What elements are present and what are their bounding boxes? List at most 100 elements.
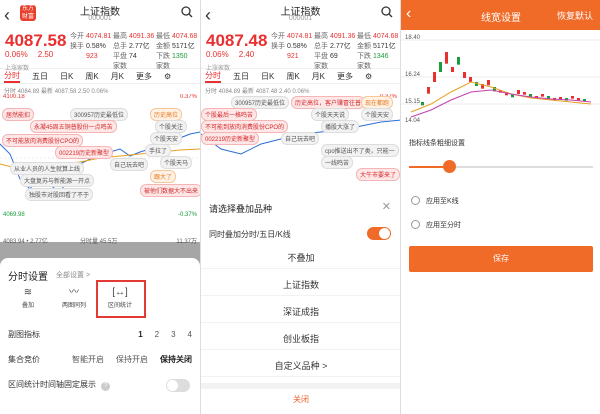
indicator-line: 分时 4084.89 最新 4087.58 2.50 0.06% [4, 89, 109, 95]
tab-2[interactable]: 日K [60, 71, 73, 82]
auction-option[interactable]: 保持开启 [116, 355, 148, 364]
range-axis-toggle[interactable] [166, 379, 190, 392]
y-top-left: 4100.18 [3, 94, 25, 100]
overlay-option[interactable]: 上证指数 [201, 274, 400, 296]
quote-value: 4091.36 [330, 33, 356, 40]
y-bottom-left: 4069.98 [3, 212, 25, 218]
tab-5[interactable]: 更多 [337, 71, 353, 82]
candle [445, 52, 448, 64]
quote-value: 1346 [373, 53, 389, 60]
overlay-option[interactable]: 自定义品种 > [201, 355, 400, 377]
quote-value: 0.58% [287, 43, 307, 50]
quote-value: 921 [287, 53, 299, 60]
overlay-option[interactable]: 创业板指 [201, 328, 400, 350]
all-settings-link[interactable]: 全部设置 > [56, 270, 90, 280]
slider-handle[interactable] [443, 160, 457, 173]
chart-annotation[interactable]: 自己玩去吧 [281, 132, 320, 145]
line-width-slider[interactable] [409, 160, 593, 173]
quote-label [271, 52, 287, 62]
tab-4[interactable]: 月K [111, 71, 124, 82]
sub-indicator-option[interactable]: 4 [188, 330, 192, 339]
chart-annotation[interactable]: 大盘复苏与新能源一开点 [20, 174, 95, 187]
radio-apply-timeshare[interactable] [411, 220, 420, 229]
candle [517, 90, 520, 94]
left-screen: ‹ 东方财富 上证指数 000001 4087.58 0.06% 2.50 今开 4… [0, 0, 200, 414]
overlay-label: 叠加 [21, 303, 34, 309]
range-axis-label: 区间统计时间轴固定展示 [8, 380, 96, 389]
radio-apply-kline[interactable] [411, 196, 420, 205]
quote-value: 923 [86, 53, 98, 60]
quote-row: 今开 4074.81 最高 4091.36 最低 4074.68 [271, 32, 400, 42]
candle [457, 57, 460, 65]
chart-annotation[interactable]: 002219历史新聚型 [201, 132, 260, 145]
y-bottom-right: -0.37% [177, 212, 197, 218]
quote-label: 最高 [314, 33, 328, 40]
apply-kline-label: 应用至K线 [426, 198, 459, 205]
candle [433, 72, 436, 82]
gear-icon[interactable]: ⚙ [164, 72, 171, 81]
indicator-line: 分时 4084.89 最新 4087.48 2.40 0.06% [205, 89, 310, 95]
sync-overlay-toggle[interactable] [367, 227, 391, 240]
tick-1: 16.24 [405, 72, 421, 78]
chart-annotation[interactable]: 独股市对股回看了不于 [25, 188, 94, 201]
gear-icon[interactable]: ⚙ [365, 72, 372, 81]
chart-annotation[interactable]: 个股天安 [361, 108, 394, 121]
help-icon[interactable]: ? [101, 382, 111, 391]
search-icon[interactable] [381, 6, 393, 18]
candle [421, 102, 424, 106]
candle [571, 96, 574, 99]
chart-annotation[interactable]: 永凝45周五铜普股份一点鸣苦 [30, 120, 117, 133]
auction-option[interactable]: 智能开启 [72, 355, 104, 364]
auction-option[interactable]: 保持关闭 [160, 355, 192, 364]
close-button[interactable]: 关闭 [201, 383, 400, 405]
tab-3[interactable]: 周K [85, 71, 98, 82]
close-icon[interactable]: ✕ [382, 200, 391, 213]
chart-annotation[interactable]: 被他们数据大不出来 [140, 184, 200, 197]
chart-annotation[interactable]: 播股大涨了 [321, 120, 360, 133]
quote-label: 换手 [70, 43, 84, 50]
dual-chart-button[interactable]: 〰两图同列 [56, 286, 92, 312]
tab-1[interactable]: 五日 [32, 71, 48, 82]
sub-indicator-options: 1 2 3 4 [126, 328, 192, 342]
quote-panel: 4087.58 0.06% 2.50 今开 4074.81 最高 4091.36 最低 40… [0, 30, 200, 72]
quote-label: 下跌家数 [357, 53, 371, 70]
reset-default-button[interactable]: 恢复默认 [557, 9, 593, 22]
quote-label: 平盘家数 [314, 53, 328, 70]
tab-5[interactable]: 更多 [136, 71, 152, 82]
stock-code: 000001 [288, 15, 313, 22]
search-icon[interactable] [181, 6, 193, 18]
quote-value: 2.77亿 [129, 43, 150, 50]
header: ‹ 线宽设置 恢复默认 [401, 0, 600, 30]
quote-value: 5171亿 [373, 43, 396, 50]
chart-annotation[interactable]: 跟大了 [150, 170, 177, 183]
sub-indicator-option[interactable]: 3 [171, 330, 175, 339]
intraday-chart[interactable]: 4100.18 0.37% 4069.98 -0.37% 居然能扣 300957历… [0, 94, 200, 222]
chart-annotation[interactable]: 大牛市要来了 [356, 168, 400, 181]
sub-indicator-option[interactable]: 1 [138, 330, 142, 339]
chart-annotation[interactable]: 居然能扣 [2, 108, 35, 121]
quote-value: 4074.68 [172, 33, 198, 40]
quote-row: 换手 0.58% 总手 2.77亿 金额 5171亿 [70, 42, 200, 52]
quote-label: 总手 [113, 43, 127, 50]
chart-annotation[interactable]: 一线鸣苦 [321, 156, 354, 169]
intraday-chart[interactable]: 0.37% 300957历史最低位历史高位，客户赚冒往普现在都跑个股最后一格鸣苦… [201, 94, 400, 184]
quote-value: 0.58% [86, 43, 106, 50]
tab-3[interactable]: 周K [286, 71, 299, 82]
layers-icon: ≋ [23, 287, 33, 298]
chart-annotation[interactable]: 002219历史新聚型 [55, 146, 114, 159]
tab-4[interactable]: 月K [312, 71, 325, 82]
overlay-option[interactable]: 深证成指 [201, 301, 400, 323]
tab-2[interactable]: 日K [261, 71, 274, 82]
chart-annotation[interactable]: 自己玩去吧 [110, 158, 149, 171]
quote-row: 921 平盘家数 69 下跌家数 1346 [271, 52, 400, 70]
tab-1[interactable]: 五日 [233, 71, 249, 82]
sub-indicator-option[interactable]: 2 [155, 330, 159, 339]
overlay-button[interactable]: ≋ 叠加 [10, 286, 46, 312]
quote-value: 4091.36 [129, 33, 155, 40]
chart-annotation[interactable]: 个股天马 [160, 156, 193, 169]
overlay-option[interactable]: 不叠加 [201, 247, 400, 269]
apply-timeshare-label: 应用至分时 [426, 222, 461, 229]
save-button[interactable]: 保存 [409, 246, 593, 272]
timeshare-settings-sheet: 分时设置 全部设置 > ≋ 叠加 〰两图同列 [↔] 区间统计 副图指标 1234 … [0, 258, 200, 414]
quote-label: 总手 [314, 43, 328, 50]
